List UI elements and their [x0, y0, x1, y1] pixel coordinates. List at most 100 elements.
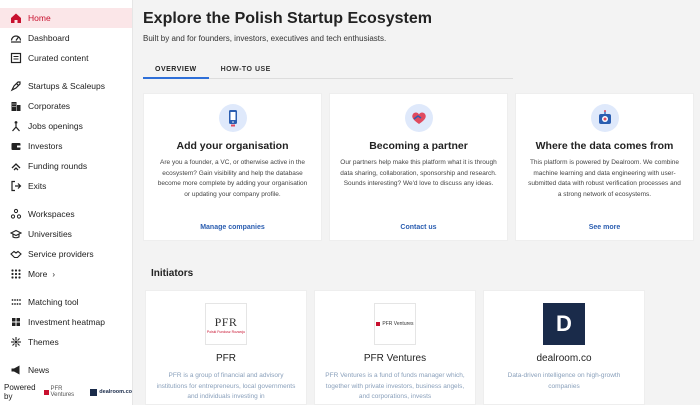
graduation-icon	[9, 228, 22, 241]
initiators-heading: Initiators	[151, 268, 194, 279]
phone-icon	[218, 104, 247, 132]
card-title: Add your organisation	[176, 140, 289, 152]
sidebar-item-label: News	[28, 365, 50, 375]
handshake-icon	[9, 248, 22, 261]
sidebar-item-matching-tool[interactable]: Matching tool	[0, 292, 132, 312]
sidebar-item-label: Startups & Scaleups	[28, 81, 106, 91]
dashboard-icon	[9, 32, 22, 45]
card-add-organisation: Add your organisation Are you a founder,…	[143, 93, 322, 241]
card-title: Becoming a partner	[369, 140, 468, 152]
powered-by: Powered by PFR Ventures dealroom.co	[4, 383, 132, 401]
sidebar-item-label: Investors	[28, 141, 63, 151]
sidebar-item-funding-rounds[interactable]: Funding rounds	[0, 156, 132, 176]
sidebar-item-themes[interactable]: Themes	[0, 332, 132, 352]
sidebar-item-news[interactable]: News	[0, 360, 132, 380]
initiator-name: PFR Ventures	[363, 353, 427, 364]
pfr-ventures-logo-text: PFR Ventures	[382, 321, 414, 327]
card-text: This platform is powered by Dealroom. We…	[528, 159, 681, 198]
sidebar-item-label: More	[28, 269, 48, 279]
initiator-card-dealroom[interactable]: D dealroom.co Data-driven intelligence o…	[483, 290, 645, 405]
sidebar-item-home[interactable]: Home	[0, 8, 132, 28]
pfr-logo-icon	[44, 389, 49, 395]
sidebar-item-service-providers[interactable]: Service providers	[0, 244, 132, 264]
sidebar-item-investors[interactable]: Investors	[0, 136, 132, 156]
handshake-heart-icon	[404, 104, 433, 132]
megaphone-icon	[9, 364, 22, 377]
initiator-card-pfr[interactable]: PFR Polski Fundusz Rozwoju PFR PFR is a …	[145, 290, 307, 405]
tab-how-to-use[interactable]: HOW-TO USE	[209, 60, 283, 79]
sidebar-item-label: Curated content	[28, 53, 89, 63]
initiator-card-pfr-ventures[interactable]: PFR Ventures PFR Ventures PFR Ventures i…	[314, 290, 476, 405]
sidebar-item-label: Home	[28, 13, 51, 23]
initiator-description: Data-driven intelligence on high-growth …	[507, 372, 621, 390]
pfr-square-icon	[376, 322, 381, 326]
sidebar-item-label: Exits	[28, 181, 47, 191]
initiator-description: PFR is a group of financial and advisory…	[156, 372, 296, 400]
sidebar-item-exits[interactable]: Exits	[0, 176, 132, 196]
dealroom-mini-label: dealroom.co	[99, 389, 132, 395]
pfr-logo-subtext: Polski Fundusz Rozwoju	[206, 329, 246, 334]
heatmap-icon	[9, 316, 22, 329]
sidebar-item-label: Funding rounds	[28, 161, 88, 171]
sidebar: Home Dashboard Curated content Startups …	[0, 0, 133, 405]
sidebar-item-corporates[interactable]: Corporates	[0, 96, 132, 116]
sidebar-item-workspaces[interactable]: Workspaces	[0, 204, 132, 224]
sidebar-item-label: Matching tool	[28, 297, 79, 307]
initiators-list: PFR Polski Fundusz Rozwoju PFR PFR is a …	[145, 290, 645, 405]
rocket-icon	[9, 80, 22, 93]
main-content: Explore the Polish Startup Ecosystem Bui…	[133, 0, 700, 405]
info-cards: Add your organisation Are you a founder,…	[143, 93, 694, 241]
dealroom-mini-logo[interactable]: dealroom.co	[90, 388, 132, 396]
manage-companies-link[interactable]: Manage companies	[144, 224, 321, 231]
page-title: Explore the Polish Startup Ecosystem	[143, 10, 432, 27]
card-text: Are you a founder, a VC, or otherwise ac…	[157, 159, 308, 198]
pfr-logo: PFR Polski Fundusz Rozwoju	[205, 303, 247, 345]
page-subtitle: Built by and for founders, investors, ex…	[143, 34, 387, 43]
sidebar-item-label: Universities	[28, 229, 72, 239]
pfr-ventures-mini-logo[interactable]: PFR Ventures	[44, 386, 82, 398]
initiator-name: PFR	[216, 353, 236, 364]
grid-icon	[9, 268, 22, 281]
dealroom-logo: D	[543, 303, 585, 345]
building-icon	[9, 100, 22, 113]
workspace-icon	[9, 208, 22, 221]
funding-icon	[9, 160, 22, 173]
home-icon	[9, 12, 22, 25]
jobs-icon	[9, 120, 22, 133]
dealroom-logo-icon	[90, 388, 98, 396]
tab-overview[interactable]: OVERVIEW	[143, 60, 209, 79]
sidebar-item-more[interactable]: More ›	[0, 264, 132, 284]
sidebar-item-label: Themes	[28, 337, 59, 347]
contact-us-link[interactable]: Contact us	[330, 224, 507, 231]
chevron-right-icon: ›	[52, 269, 56, 279]
sidebar-item-label: Corporates	[28, 101, 71, 111]
card-title: Where the data comes from	[535, 140, 674, 152]
card-becoming-partner: Becoming a partner Our partners help mak…	[329, 93, 508, 241]
pfr-ventures-mini-label: PFR Ventures	[50, 386, 75, 398]
wallet-icon	[9, 140, 22, 153]
see-more-link[interactable]: See more	[516, 224, 693, 231]
matching-icon	[9, 296, 22, 309]
sidebar-item-label: Investment heatmap	[28, 317, 106, 327]
sidebar-item-label: Service providers	[28, 249, 94, 259]
sidebar-item-dashboard[interactable]: Dashboard	[0, 28, 132, 48]
sidebar-item-label: Workspaces	[28, 209, 75, 219]
sidebar-item-universities[interactable]: Universities	[0, 224, 132, 244]
exit-icon	[9, 180, 22, 193]
sidebar-item-label: Dashboard	[28, 33, 70, 43]
themes-icon	[9, 336, 22, 349]
sidebar-item-jobs[interactable]: Jobs openings	[0, 116, 132, 136]
tab-bar: OVERVIEW HOW-TO USE	[143, 60, 513, 79]
powered-by-label: Powered by	[4, 383, 36, 401]
card-data-source: Where the data comes from This platform …	[515, 93, 694, 241]
pfr-ventures-logo-mark: PFR Ventures	[376, 321, 414, 327]
card-text: Our partners help make this platform wha…	[340, 159, 497, 187]
initiator-description: PFR Ventures is a fund of funds manager …	[325, 372, 465, 400]
dealroom-logo-text: D	[556, 311, 572, 336]
sidebar-item-curated-content[interactable]: Curated content	[0, 48, 132, 68]
pfr-ventures-logo: PFR Ventures	[374, 303, 416, 345]
initiator-name: dealroom.co	[536, 353, 592, 364]
curated-icon	[9, 52, 22, 65]
sidebar-item-startups[interactable]: Startups & Scaleups	[0, 76, 132, 96]
sidebar-item-investment-heatmap[interactable]: Investment heatmap	[0, 312, 132, 332]
